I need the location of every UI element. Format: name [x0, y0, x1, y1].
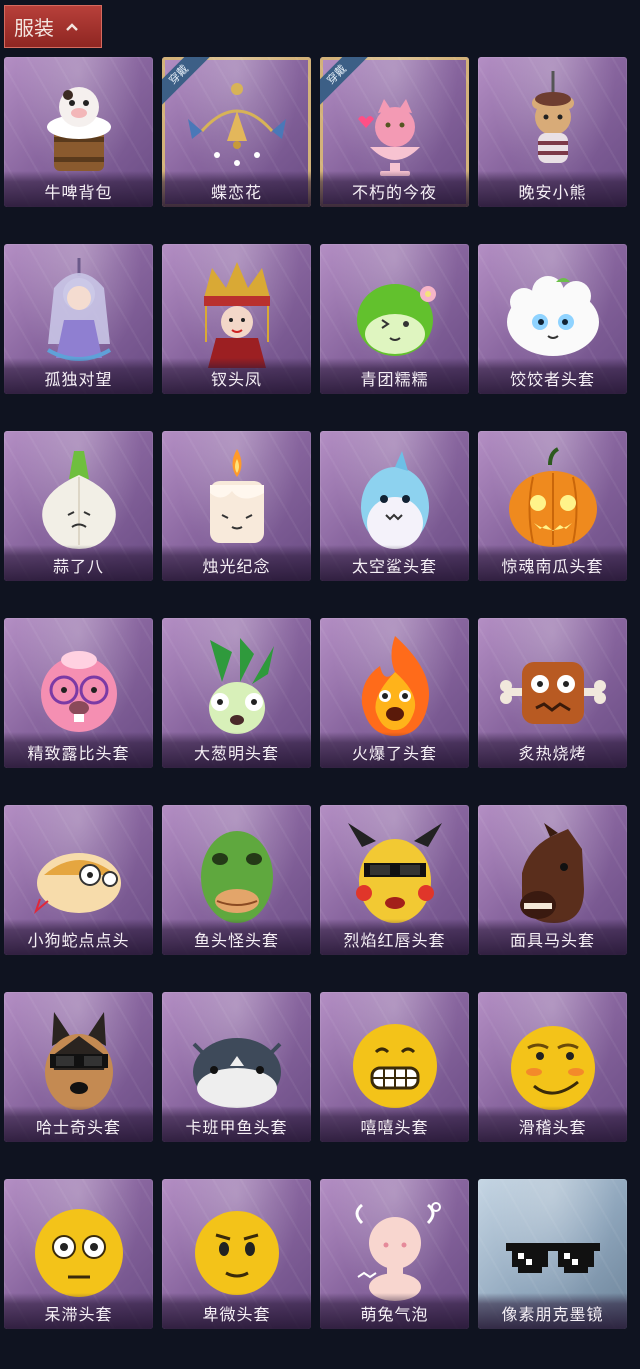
costume-card[interactable]: 牛啤背包: [4, 57, 153, 207]
costume-card[interactable]: 呆滞头套: [4, 1179, 153, 1329]
costume-card[interactable]: 鱼头怪头套: [162, 805, 311, 955]
costume-name: 卡班甲鱼头套: [162, 1106, 311, 1142]
costume-name: 烈焰红唇头套: [320, 919, 469, 955]
costume-card[interactable]: 哈士奇头套: [4, 992, 153, 1142]
grin-emoji-icon: [340, 1006, 450, 1118]
bear-charm-icon: [498, 71, 608, 183]
costume-card[interactable]: 烈焰红唇头套: [320, 805, 469, 955]
bbq-meat-icon: [498, 632, 608, 744]
costume-name: 嘻嘻头套: [320, 1106, 469, 1142]
costume-name: 惊魂南瓜头套: [478, 545, 627, 581]
costume-name: 火爆了头套: [320, 732, 469, 768]
costume-card[interactable]: 萌兔气泡: [320, 1179, 469, 1329]
category-title: 服装: [14, 16, 54, 40]
costume-name: 牛啤背包: [4, 171, 153, 207]
bunny-bubble-icon: [340, 1193, 450, 1305]
figure-charm-icon: [24, 258, 134, 370]
costume-card[interactable]: 惊魂南瓜头套: [478, 431, 627, 581]
costume-name: 晚安小熊: [478, 171, 627, 207]
yellow-mask-icon: [340, 819, 450, 931]
pixel-sunglasses-icon: [498, 1193, 608, 1305]
costume-card[interactable]: 精致露比头套: [4, 618, 153, 768]
costume-name: 萌兔气泡: [320, 1293, 469, 1329]
fish-head-icon: [182, 819, 292, 931]
costume-card[interactable]: 饺饺者头套: [478, 244, 627, 394]
turtle-head-icon: [182, 1006, 292, 1118]
costume-card[interactable]: 孤独对望: [4, 244, 153, 394]
costume-card[interactable]: 大葱明头套: [162, 618, 311, 768]
costume-card[interactable]: 穿戴 不朽的今夜: [320, 57, 469, 207]
costume-name: 青团糯糯: [320, 358, 469, 394]
candle-icon: [182, 445, 292, 557]
phoenix-crown-icon: [182, 258, 292, 370]
costume-name: 太空鲨头套: [320, 545, 469, 581]
costume-card[interactable]: 嘻嘻头套: [320, 992, 469, 1142]
costume-card[interactable]: 面具马头套: [478, 805, 627, 955]
green-dumpling-icon: [340, 258, 450, 370]
humble-emoji-icon: [182, 1193, 292, 1305]
costume-name: 炙热烧烤: [478, 732, 627, 768]
snake-head-icon: [24, 819, 134, 931]
costume-name: 哈士奇头套: [4, 1106, 153, 1142]
pink-beaver-head-icon: [24, 632, 134, 744]
shark-head-icon: [340, 445, 450, 557]
costume-card[interactable]: 像素朋克墨镜: [478, 1179, 627, 1329]
costume-name: 不朽的今夜: [320, 171, 469, 207]
costume-card[interactable]: 钗头凤: [162, 244, 311, 394]
scallion-head-icon: [182, 632, 292, 744]
costume-card[interactable]: 烛光纪念: [162, 431, 311, 581]
costume-name: 鱼头怪头套: [162, 919, 311, 955]
costume-name: 蒜了八: [4, 545, 153, 581]
costume-card[interactable]: 太空鲨头套: [320, 431, 469, 581]
butterfly-bell-icon: [182, 71, 292, 183]
costume-name: 大葱明头套: [162, 732, 311, 768]
dumpling-head-icon: [498, 258, 608, 370]
costume-name: 饺饺者头套: [478, 358, 627, 394]
costume-card[interactable]: 滑稽头套: [478, 992, 627, 1142]
fox-cup-icon: [340, 71, 450, 183]
stare-emoji-icon: [24, 1193, 134, 1305]
costume-card[interactable]: 蒜了八: [4, 431, 153, 581]
costume-name: 面具马头套: [478, 919, 627, 955]
costume-name: 滑稽头套: [478, 1106, 627, 1142]
costume-name: 孤独对望: [4, 358, 153, 394]
horse-head-icon: [498, 819, 608, 931]
costume-card[interactable]: 晚安小熊: [478, 57, 627, 207]
husky-head-icon: [24, 1006, 134, 1118]
costume-category-toggle[interactable]: 服装: [4, 5, 102, 48]
costume-name: 小狗蛇点点头: [4, 919, 153, 955]
pumpkin-head-icon: [498, 445, 608, 557]
garlic-icon: [24, 445, 134, 557]
costume-card[interactable]: 卡班甲鱼头套: [162, 992, 311, 1142]
costume-name: 像素朋克墨镜: [478, 1293, 627, 1329]
costume-name: 卑微头套: [162, 1293, 311, 1329]
chevron-up-icon: [66, 22, 78, 31]
costume-name: 钗头凤: [162, 358, 311, 394]
costume-name: 烛光纪念: [162, 545, 311, 581]
costume-card[interactable]: 穿戴 蝶恋花: [162, 57, 311, 207]
costume-name: 蝶恋花: [162, 171, 311, 207]
costume-card[interactable]: 青团糯糯: [320, 244, 469, 394]
smirk-emoji-icon: [498, 1006, 608, 1118]
costume-card[interactable]: 火爆了头套: [320, 618, 469, 768]
costume-name: 呆滞头套: [4, 1293, 153, 1329]
costume-name: 精致露比头套: [4, 732, 153, 768]
costume-card[interactable]: 炙热烧烤: [478, 618, 627, 768]
cow-mug-icon: [24, 71, 134, 183]
costume-grid: 牛啤背包 穿戴 蝶恋花 穿戴 不朽的今夜 晚安小熊孤独对望 钗头凤 青团糯糯 饺饺者头套蒜了八烛…: [4, 57, 627, 1329]
fire-head-icon: [340, 632, 450, 744]
costume-card[interactable]: 卑微头套: [162, 1179, 311, 1329]
costume-card[interactable]: 小狗蛇点点头: [4, 805, 153, 955]
